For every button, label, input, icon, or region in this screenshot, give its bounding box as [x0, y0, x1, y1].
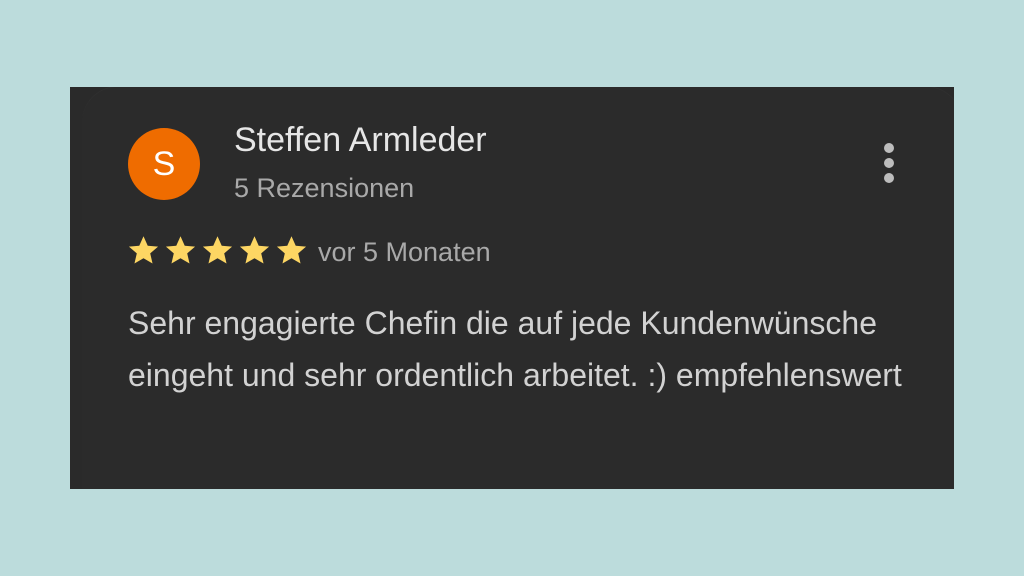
star-filled-icon: [200, 233, 235, 269]
review-screenshot: S Steffen Armleder 5 Rezensionen vor 5 M…: [70, 87, 954, 489]
menu-dot: [884, 173, 894, 183]
star-filled-icon: [237, 233, 272, 269]
star-filled-icon: [126, 233, 161, 269]
review-date: vor 5 Monaten: [318, 237, 491, 267]
more-vert-icon[interactable]: [878, 139, 902, 187]
menu-dot: [884, 158, 894, 168]
review-text: Sehr engagierte Chefin die auf jede Kund…: [128, 305, 902, 393]
star-filled-icon: [274, 233, 309, 269]
author-review-count: 5 Rezensionen: [234, 173, 415, 203]
star-filled-icon: [163, 233, 198, 269]
review-card: S Steffen Armleder 5 Rezensionen vor 5 M…: [82, 87, 954, 489]
avatar[interactable]: S: [128, 128, 200, 200]
menu-dot: [884, 143, 894, 153]
star-rating: [126, 233, 309, 269]
author-name[interactable]: Steffen Armleder: [234, 119, 487, 161]
